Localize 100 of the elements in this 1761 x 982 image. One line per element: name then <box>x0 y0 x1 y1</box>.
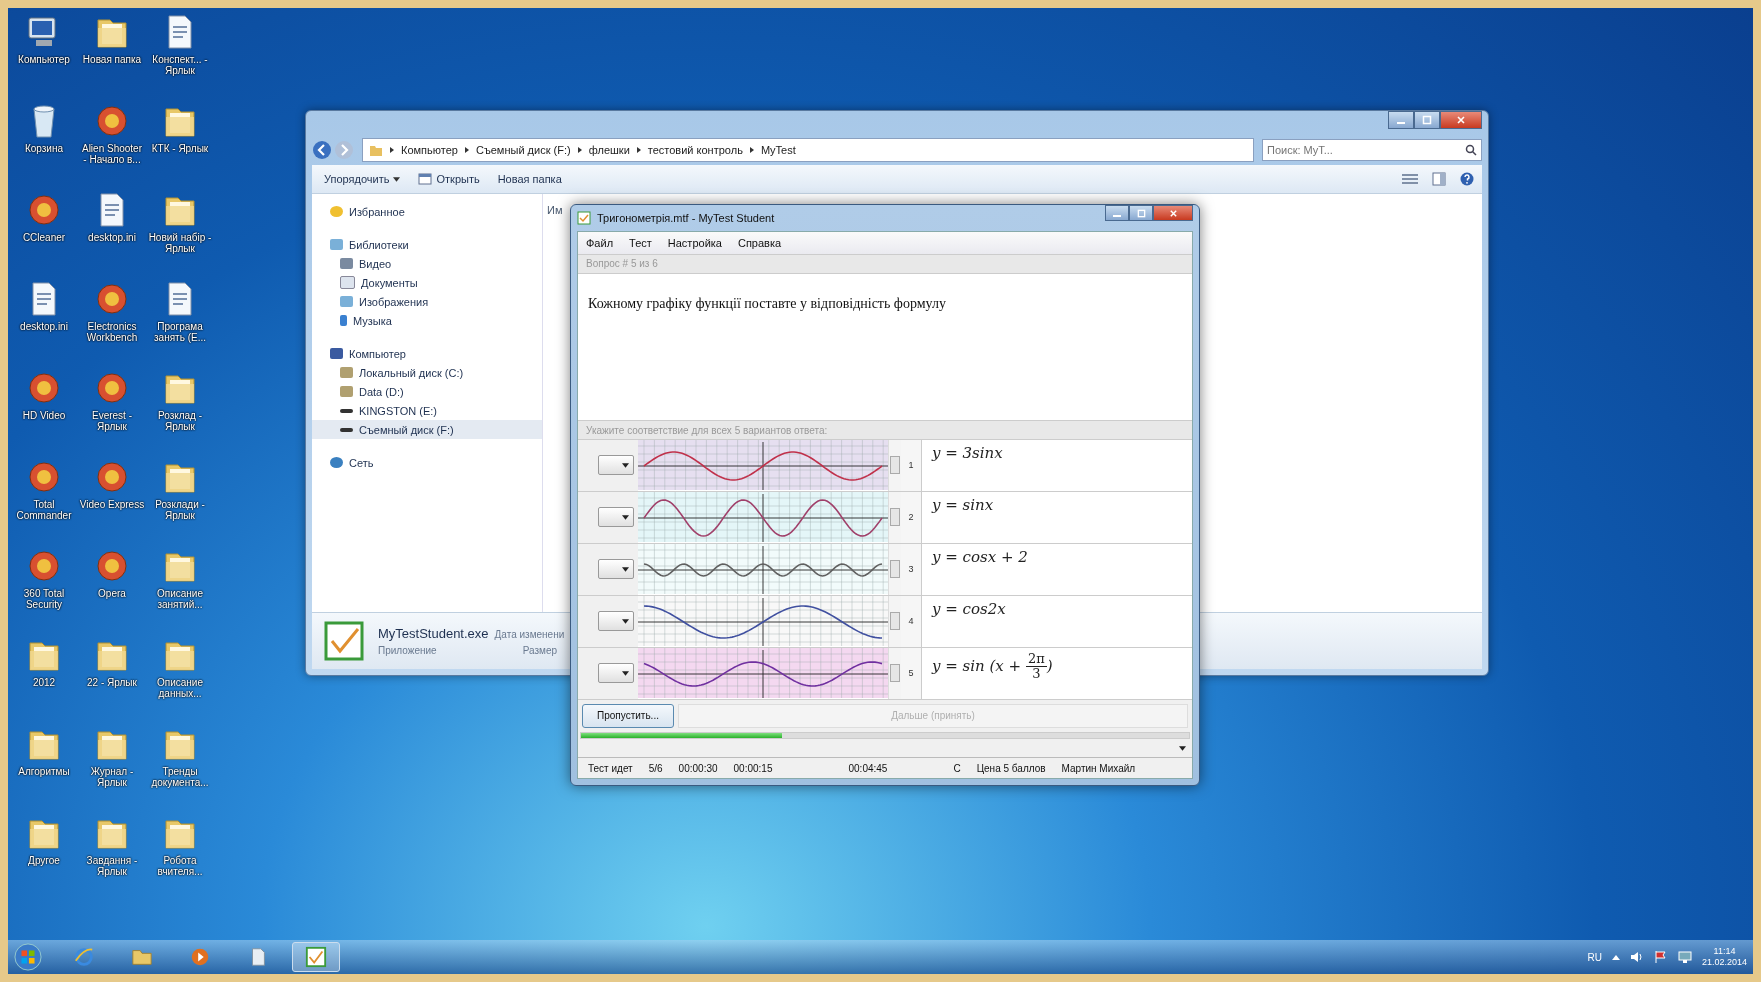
desktop-icon-label[interactable]: Корзина <box>11 143 77 154</box>
checkmark-app-icon <box>324 621 364 661</box>
desktop-icon-label[interactable]: 2012 <box>11 677 77 688</box>
desktop-icon-label[interactable]: Алгоритмы <box>11 766 77 777</box>
desktop-icon-label[interactable]: Описание данных... <box>147 677 213 699</box>
answer-dropdown[interactable] <box>598 455 634 476</box>
desktop-icon-label[interactable]: 360 Total Security <box>11 588 77 610</box>
breadcrumb-item[interactable]: Съемный диск (F:) <box>475 144 571 156</box>
arrow-right-icon <box>334 140 354 160</box>
caret-icon <box>622 462 629 468</box>
desktop-icon-label[interactable]: Alien Shooter - Начало в... <box>79 143 145 165</box>
start-button[interactable] <box>14 943 42 971</box>
view-list-icon[interactable] <box>1402 173 1418 185</box>
desktop-icon-label[interactable]: Робота вчителя... <box>147 855 213 877</box>
address-bar[interactable]: Компьютер Съемный диск (F:) флешки тестовий контроль MyTest <box>362 138 1254 162</box>
sidebar-item[interactable]: Съемный диск (F:) <box>312 420 542 439</box>
answer-dropdown[interactable] <box>598 559 634 580</box>
desktop-icon-label[interactable]: Новая папка <box>79 54 145 65</box>
scrollbar[interactable] <box>888 543 901 595</box>
sidebar-item[interactable]: Избранное <box>312 202 542 221</box>
scrollbar[interactable] <box>888 647 901 699</box>
menu-item[interactable]: Тест <box>629 236 652 249</box>
clock-date[interactable]: 21.02.2014 <box>1701 957 1747 968</box>
speaker-icon[interactable] <box>1629 950 1644 964</box>
desktop-icon-label[interactable]: 22 - Ярлык <box>79 677 145 688</box>
sidebar-item[interactable]: Сеть <box>312 453 542 472</box>
desktop-icon-label[interactable]: Розклади - Ярлык <box>147 499 213 521</box>
desktop-icon-label[interactable]: Розклад - Ярлык <box>147 410 213 432</box>
answer-dropdown[interactable] <box>598 507 634 528</box>
desktop-icon-label[interactable]: Тренды документа... <box>147 766 213 788</box>
scrollbar[interactable] <box>888 439 901 491</box>
close-button[interactable] <box>1440 111 1482 129</box>
sidebar-item[interactable]: Видео <box>312 254 542 273</box>
network-icon[interactable] <box>1677 950 1692 964</box>
search-field[interactable]: Поиск: MyT... <box>1262 139 1482 161</box>
desktop-icon-label[interactable]: Програма занять (Е... <box>147 321 213 343</box>
formula: y = sinx <box>932 495 994 514</box>
caret-icon[interactable] <box>1179 745 1186 751</box>
desktop-icon-label[interactable]: Everest - Ярлык <box>79 410 145 432</box>
column-header[interactable]: Им <box>547 204 563 216</box>
back-button[interactable] <box>312 140 332 160</box>
answer-dropdown[interactable] <box>598 663 634 684</box>
sidebar-item[interactable]: Библиотеки <box>312 235 542 254</box>
breadcrumb-item[interactable]: Компьютер <box>401 144 458 156</box>
menu-item[interactable]: Файл <box>586 236 614 249</box>
menu-item[interactable]: Настройка <box>667 236 722 249</box>
instruction-text: Укажите соответствие для всех 5 вариантов ответа: <box>586 424 828 436</box>
breadcrumb-item[interactable]: тестовий контроль <box>647 144 743 156</box>
sidebar-item[interactable]: Изображения <box>312 292 542 311</box>
toolbar-button[interactable]: Новая папка <box>493 171 566 187</box>
help-icon[interactable] <box>1460 172 1474 186</box>
desktop-icon-label[interactable]: Завдання - Ярлык <box>79 855 145 877</box>
desktop-icon-label[interactable]: Video Express <box>79 499 145 510</box>
taskbar-button[interactable] <box>292 942 340 972</box>
status-text: Тест идет <box>588 762 633 774</box>
sidebar-item[interactable]: Документы <box>312 273 542 292</box>
desktop-icon-label[interactable]: HD Video <box>11 410 77 421</box>
answer-dropdown[interactable] <box>598 611 634 632</box>
minimize-button[interactable] <box>1105 205 1129 221</box>
play-icon <box>189 946 211 968</box>
question-number: Вопрос # 5 из 6 <box>586 258 658 270</box>
window-title: Тригонометрія.mtf - MyTest Student <box>597 212 775 224</box>
toolbar-button[interactable]: Упорядочить <box>320 171 405 187</box>
maximize-button[interactable] <box>1414 111 1440 129</box>
flag-icon[interactable] <box>1653 950 1668 964</box>
desktop-icon-label[interactable]: CCleaner <box>11 232 77 243</box>
language-indicator[interactable]: RU <box>1587 951 1602 963</box>
sidebar-item[interactable]: KINGSTON (E:) <box>312 401 542 420</box>
sidebar-item[interactable]: Data (D:) <box>312 382 542 401</box>
desktop-icon-label[interactable]: Компьютер <box>11 54 77 65</box>
arrow-left-icon <box>312 140 332 160</box>
sidebar-item[interactable]: Компьютер <box>312 344 542 363</box>
close-button[interactable] <box>1153 205 1193 221</box>
row-number: 2 <box>901 491 922 543</box>
desktop-icon-label[interactable]: Конспект... - Ярлык <box>147 54 213 76</box>
desktop-icon-label[interactable]: Описание занятий... <box>147 588 213 610</box>
desktop-icon-label[interactable]: Новий набір - Ярлык <box>147 232 213 254</box>
scrollbar[interactable] <box>888 595 901 647</box>
breadcrumb-item[interactable]: флешки <box>588 144 630 156</box>
scrollbar[interactable] <box>888 491 901 543</box>
toolbar-button[interactable]: Открыть <box>414 170 484 188</box>
maximize-button[interactable] <box>1129 205 1153 221</box>
minimize-button[interactable] <box>1388 111 1414 129</box>
desktop-icon-label[interactable]: Total Commander <box>11 499 77 521</box>
skip-button[interactable]: Пропустить... <box>582 703 674 728</box>
desktop-icon-label[interactable]: Opera <box>79 588 145 599</box>
breadcrumb-item[interactable]: MyTest <box>760 144 796 156</box>
desktop-icon-label[interactable]: desktop.ini <box>11 321 77 332</box>
sidebar-item[interactable]: Локальный диск (C:) <box>312 363 542 382</box>
desktop-icon-label[interactable]: КТК - Ярлык <box>147 143 213 154</box>
desktop-icon-label[interactable]: Журнал - Ярлык <box>79 766 145 788</box>
status-text: Мартин Михайл <box>1061 762 1136 774</box>
desktop-icon-label[interactable]: Electronics Workbench <box>79 321 145 343</box>
chevron-right-icon <box>389 146 395 154</box>
clock-time[interactable]: 11:14 <box>1713 946 1736 957</box>
desktop-icon-label[interactable]: Другое <box>11 855 77 866</box>
caret-up-icon[interactable] <box>1611 954 1620 960</box>
desktop-icon-label[interactable]: desktop.ini <box>79 232 145 243</box>
menu-item[interactable]: Справка <box>737 236 782 249</box>
sidebar-item[interactable]: Музыка <box>312 311 542 330</box>
